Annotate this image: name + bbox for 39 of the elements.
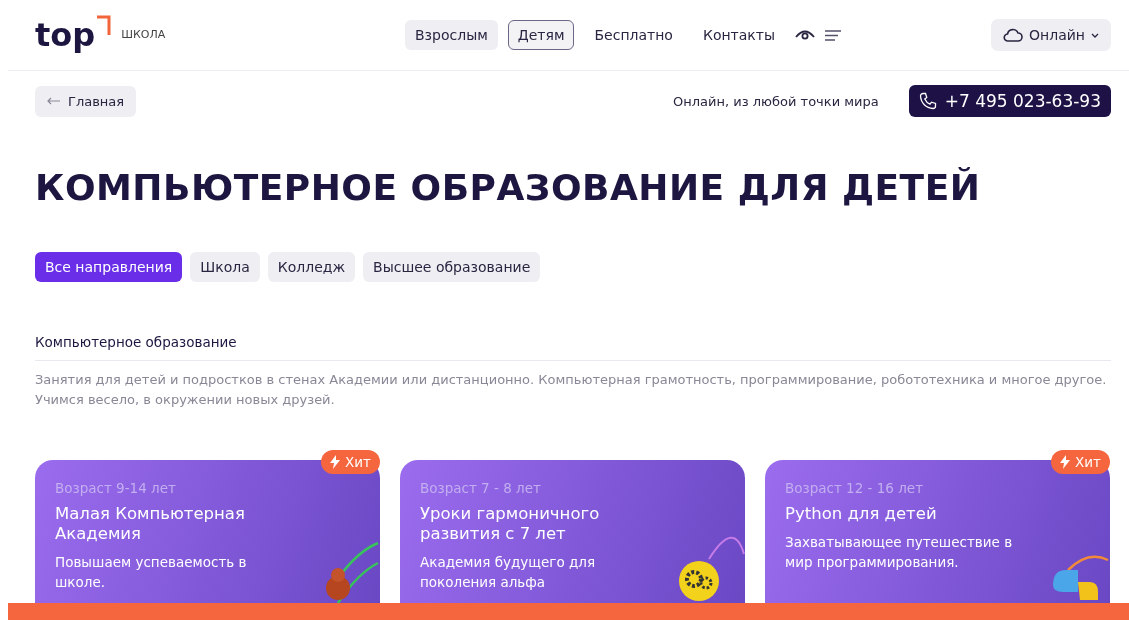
card-title: Python для детей — [785, 504, 938, 524]
nav-link[interactable]: Взрослым — [405, 20, 498, 50]
hit-badge: Хит — [1051, 450, 1110, 474]
lightning-icon — [1060, 455, 1070, 469]
region-dropdown[interactable]: Онлайн — [991, 19, 1111, 51]
nav-link[interactable]: Детям — [507, 20, 575, 50]
card-title: Уроки гармоничного развития с 7 лет — [420, 504, 601, 544]
robot-drawing — [324, 541, 380, 603]
chevron-down-icon — [1091, 32, 1099, 38]
logo-wordmark[interactable]: top — [35, 19, 96, 51]
hit-badge: Хит — [321, 450, 380, 474]
card-age: Возраст 7 - 8 лет — [420, 480, 542, 496]
cloud-icon — [1003, 28, 1024, 42]
back-link[interactable]: Главная — [35, 85, 137, 117]
arrow-left-icon — [47, 97, 61, 105]
card-age: Возраст 12 - 16 лет — [785, 480, 925, 496]
section-description: Занятия для детей и подростков в стенах Академии или дистанционно. Компьютерная грамотность, программирование, робототехника и многое другое. Учимся весело, в окружении новых друзей. — [35, 371, 1108, 409]
filter-chip[interactable]: Колледж — [267, 252, 356, 282]
phone-icon — [918, 92, 937, 110]
card-description: Захватывающее путешествие в мир программирования. — [785, 533, 1014, 572]
nav-link[interactable]: Контакты — [692, 20, 785, 50]
course-card[interactable]: Возраст 7 - 8 лет Уроки гармоничного развития с 7 лет Академия будущего для поколения альфа — [400, 460, 745, 603]
filter-chip[interactable]: Школа — [190, 252, 260, 282]
section-title: Компьютерное образование — [35, 334, 238, 350]
logo-subtitle: ШКОЛА — [121, 28, 166, 41]
tagline: Онлайн, из любой точки мира — [673, 93, 879, 109]
page-heading: КОМПЬЮТЕРНОЕ ОБРАЗОВАНИЕ ДЛЯ ДЕТЕЙ — [35, 167, 982, 208]
phone-button[interactable]: +7 495 023-63-93 — [908, 85, 1111, 117]
filter-chip[interactable]: Высшее образование — [363, 252, 541, 282]
lightning-icon — [330, 455, 340, 469]
filter-chip[interactable]: Все направления — [35, 252, 183, 282]
card-age: Возраст 9-14 лет — [55, 480, 177, 496]
nav-link[interactable]: Бесплатно — [584, 20, 683, 50]
logo-corner-icon — [97, 15, 112, 35]
card-description: Академия будущего для поколения альфа — [420, 553, 597, 592]
menu-icon[interactable] — [825, 29, 841, 41]
card-title: Малая Компьютерная Академия — [55, 504, 246, 544]
card-description: Повышаем успеваемость в школе. — [55, 553, 248, 592]
eye-icon[interactable] — [795, 29, 815, 41]
